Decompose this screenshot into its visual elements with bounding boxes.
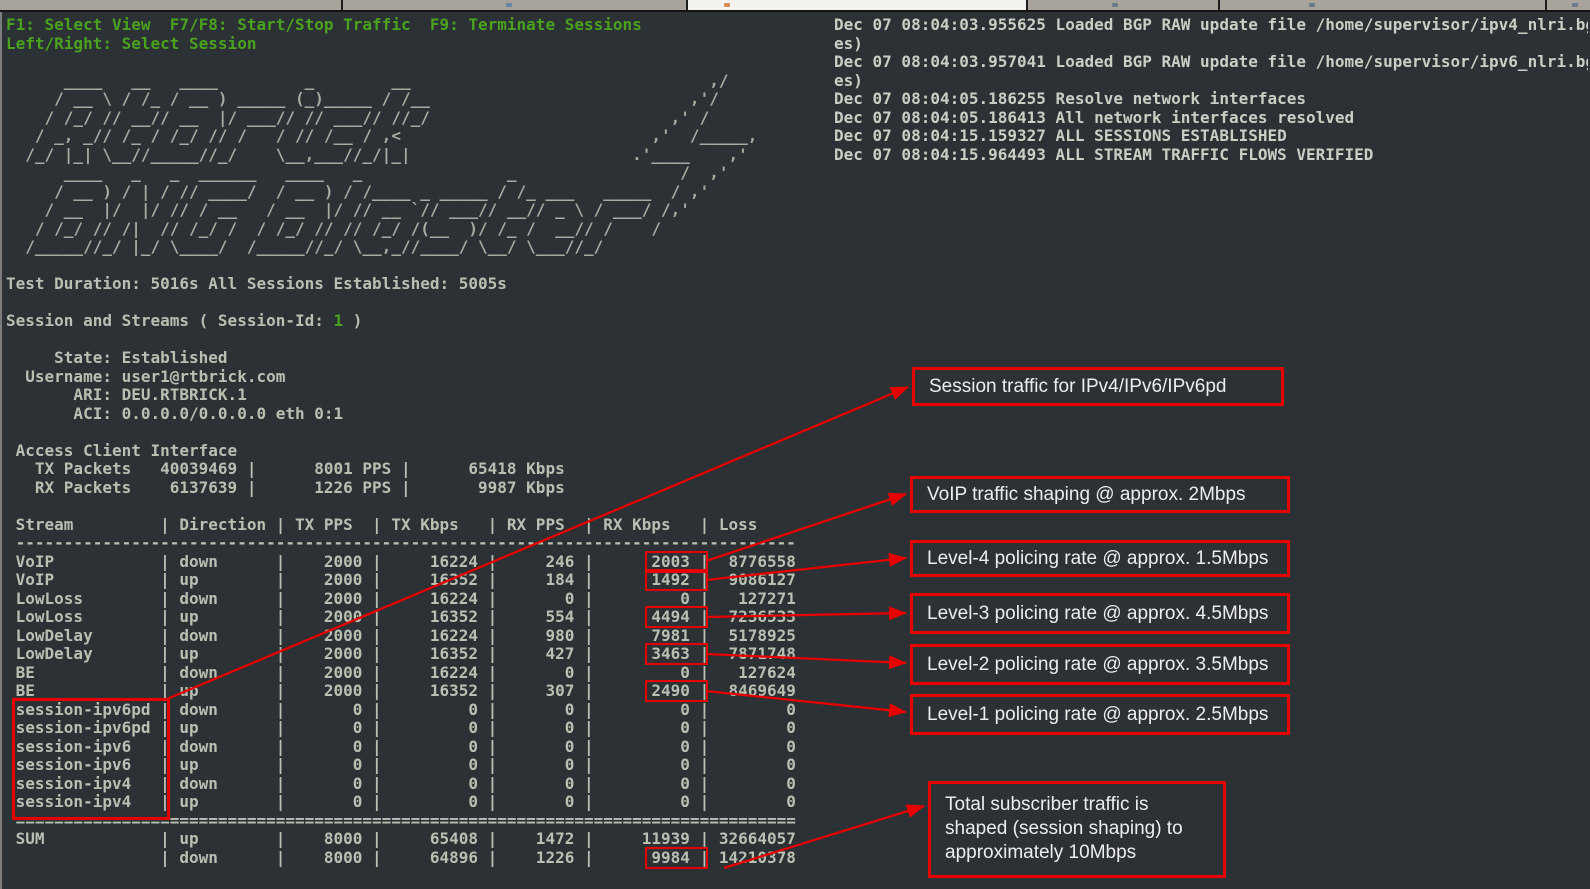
window-left-edge [0,12,2,889]
access-interface-title: Access Client Interface [6,442,796,461]
annotation-box-level-2-policing: Level-2 policing rate @ approx. 3.5Mbps [910,644,1290,685]
annotation-label: VoIP traffic shaping @ approx. 2Mbps [927,484,1246,506]
session-streams-group-box [12,698,170,820]
tab-favicon [506,3,512,7]
menu-hotkeys-line: F1: Select View F7/F8: Start/Stop Traffi… [6,16,796,35]
browser-tab[interactable] [0,0,341,10]
annotation-label: Session traffic for IPv4/IPv6/IPv6pd [929,376,1226,398]
log-line: Dec 07 08:04:15.964493 ALL STREAM TRAFFI… [834,146,1588,165]
tab-divider [1545,0,1547,10]
annotation-box-level-4-policing: Level-4 policing rate @ approx. 1.5Mbps [910,540,1290,577]
annotation-label: Total subscriber traffic is shaped (sess… [945,793,1211,865]
log-line: es) [834,72,1588,91]
tab-favicon [1572,3,1578,7]
tab-divider [1218,0,1220,10]
ascii-banner-line: ____ __ ____ _ __ ,/ [6,72,796,91]
log-pane: Dec 07 08:04:03.955625 Loaded BGP RAW up… [834,16,1588,164]
terminal-line [6,331,796,350]
value-highlight-box [645,847,709,869]
test-duration-line: Test Duration: 5016s All Sessions Establ… [6,275,796,294]
access-interface-row: TX Packets 40039469 | 8001 PPS | 65418 K… [6,460,796,479]
log-line: es) [834,35,1588,54]
terminal-line [6,423,796,442]
ascii-banner-line: / _, _// /_ / /_/ // / / // /__ / ,< ,' … [6,127,796,146]
ascii-banner-line: /_____//_/ |_/ \____/ /_____//_/ \__,_//… [6,238,796,257]
terminal-line [6,497,796,516]
log-line: Dec 07 08:04:05.186413 All network inter… [834,109,1588,128]
tab-divider [341,0,343,10]
annotation-label: Level-4 policing rate @ approx. 1.5Mbps [927,548,1268,570]
log-line: Dec 07 08:04:05.186255 Resolve network i… [834,90,1588,109]
value-highlight-box [645,643,709,665]
access-interface-row: RX Packets 6137639 | 1226 PPS | 9987 Kbp… [6,479,796,498]
terminal-line [6,294,796,313]
log-line: Dec 07 08:04:03.957041 Loaded BGP RAW up… [834,53,1588,72]
browser-tab[interactable] [1028,0,1218,10]
tab-divider [686,0,688,10]
annotation-label: Level-3 policing rate @ approx. 4.5Mbps [927,603,1268,625]
tab-favicon [1112,3,1118,7]
browser-tab-strip[interactable] [0,0,1590,10]
session-info-line: State: Established [6,349,796,368]
annotation-label: Level-1 policing rate @ approx. 2.5Mbps [927,704,1268,726]
ascii-banner-line: / /_/ // __// __ |/ ___// // ___// //_/ … [6,109,796,128]
annotation-label: Level-2 policing rate @ approx. 3.5Mbps [927,654,1268,676]
annotation-box-session-traffic: Session traffic for IPv4/IPv6/IPv6pd [912,367,1284,406]
ascii-banner-line: / __ ) / | / // ____/ / __ ) / /____ _ _… [6,183,796,202]
value-highlight-box [645,680,709,702]
tab-divider [1026,0,1028,10]
stream-table-header: Stream | Direction | TX PPS | TX Kbps | … [6,516,796,535]
ascii-banner-line: / __ |/ |/ // / __ / __ |/ // __ `// ___… [6,201,796,220]
session-info-line: ARI: DEU.RTBRICK.1 [6,386,796,405]
browser-tab[interactable] [1547,0,1590,10]
value-highlight-box [645,606,709,628]
browser-tab[interactable] [343,0,686,10]
annotation-box-total-shaping: Total subscriber traffic is shaped (sess… [928,781,1226,878]
terminal-line [6,53,796,72]
ascii-banner-line: / __ \ / /_ / __ ) _____ (_)_____ / /__ … [6,90,796,109]
ascii-banner-line: / /_/ // /| // /_/ / / /_/ // // /_/ /(_… [6,220,796,239]
annotation-box-level-3-policing: Level-3 policing rate @ approx. 4.5Mbps [910,593,1290,634]
log-line: Dec 07 08:04:03.955625 Loaded BGP RAW up… [834,16,1588,35]
log-line: Dec 07 08:04:15.159327 ALL SESSIONS ESTA… [834,127,1588,146]
tab-favicon [1309,3,1315,7]
menu-session-line: Left/Right: Select Session [6,35,796,54]
annotation-box-level-1-policing: Level-1 policing rate @ approx. 2.5Mbps [910,694,1290,735]
session-info-line: Username: user1@rtbrick.com [6,368,796,387]
browser-tab[interactable] [1220,0,1545,10]
browser-tab-active[interactable] [688,0,1026,10]
value-highlight-box [645,569,709,591]
ascii-banner-line: ____ _ _ ______ ____ _ _ / ,' [6,164,796,183]
annotation-box-voip-shaping: VoIP traffic shaping @ approx. 2Mbps [910,476,1290,513]
ascii-banner-line: /_/ |_| \__//_____//_/ \__,___//_/|_| .'… [6,146,796,165]
tab-strip-underline [0,10,1590,12]
session-streams-heading: Session and Streams ( Session-Id: 1 ) [6,312,796,331]
tab-favicon [724,3,730,7]
terminal-line [6,257,796,276]
session-info-line: ACI: 0.0.0.0/0.0.0.0 eth 0:1 [6,405,796,424]
